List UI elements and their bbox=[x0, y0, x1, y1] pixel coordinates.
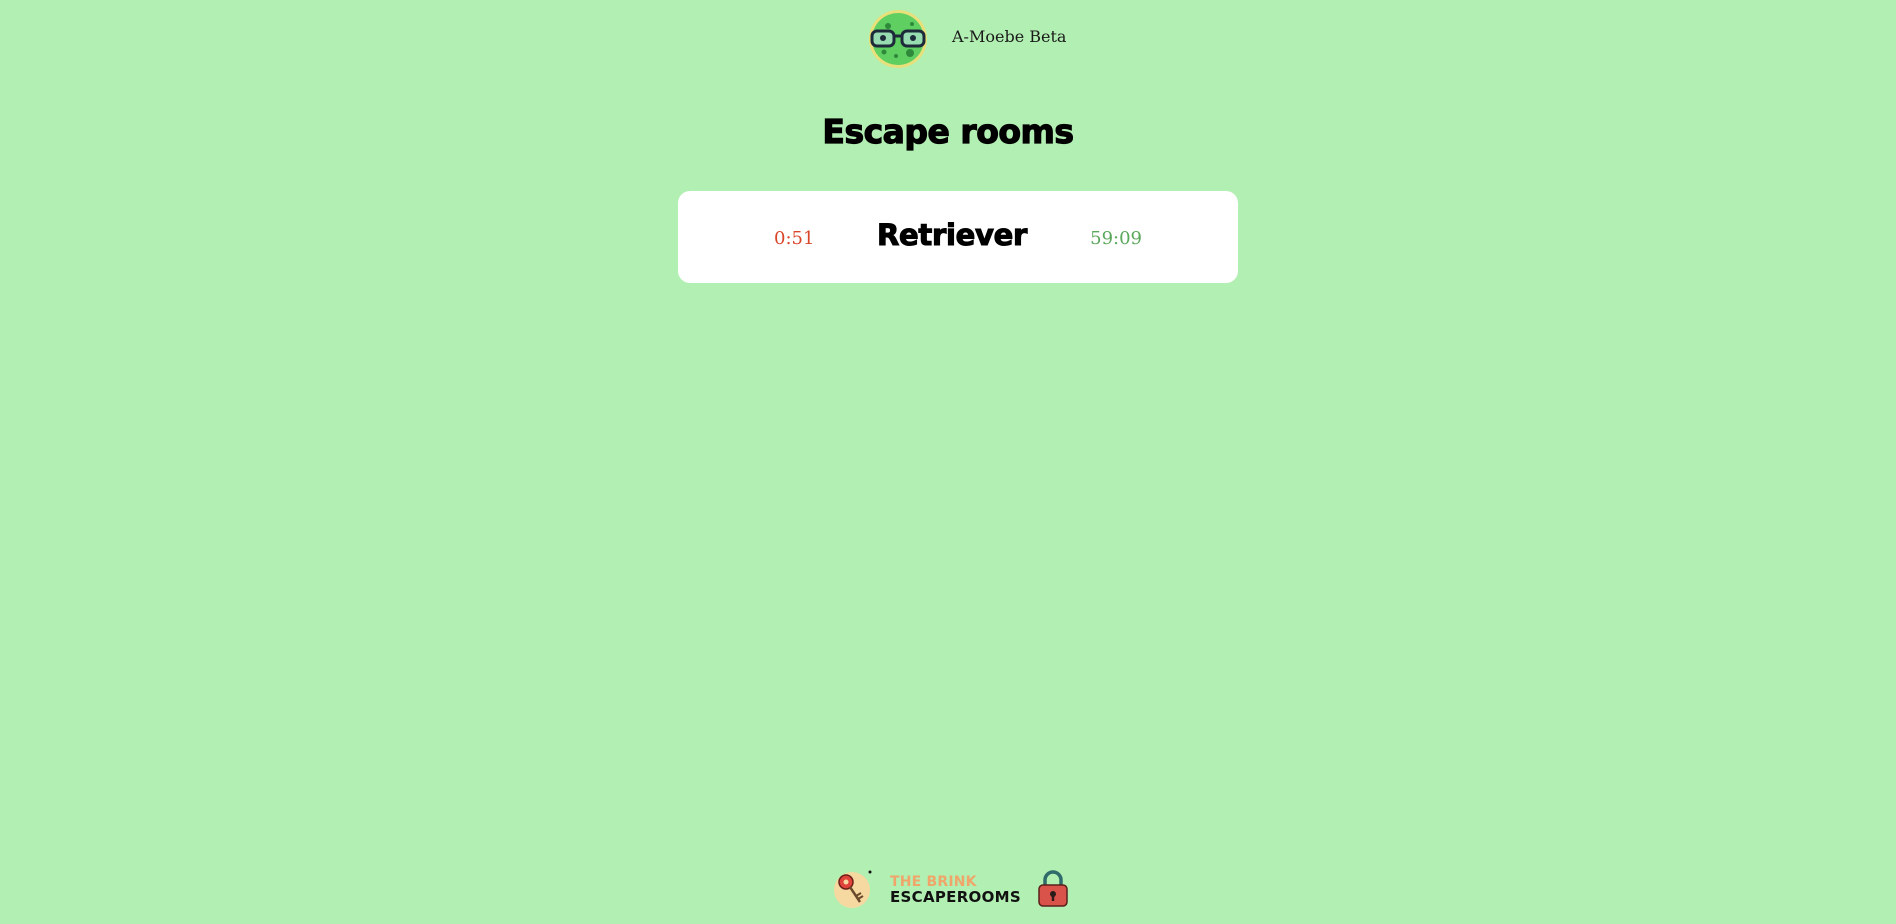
page-title: Escape rooms bbox=[822, 111, 1075, 151]
brand-logo: THE BRINK ESCAPEROOMS bbox=[832, 866, 1072, 912]
amoeba-with-glasses-icon[interactable] bbox=[866, 8, 930, 70]
app-name: A-Moebe Beta bbox=[952, 26, 1067, 46]
key-icon bbox=[834, 870, 872, 908]
brand-line-2: ESCAPEROOMS bbox=[890, 888, 1021, 906]
page: A-Moebe Beta Escape rooms 0:51 Retriever… bbox=[0, 0, 1896, 924]
header: A-Moebe Beta bbox=[866, 8, 1066, 70]
room-time-left: 59:09 bbox=[1090, 228, 1142, 249]
room-card-retriever[interactable]: 0:51 Retriever 59:09 bbox=[678, 191, 1238, 283]
padlock-icon bbox=[1038, 870, 1068, 907]
room-name: Retriever bbox=[876, 217, 1027, 252]
